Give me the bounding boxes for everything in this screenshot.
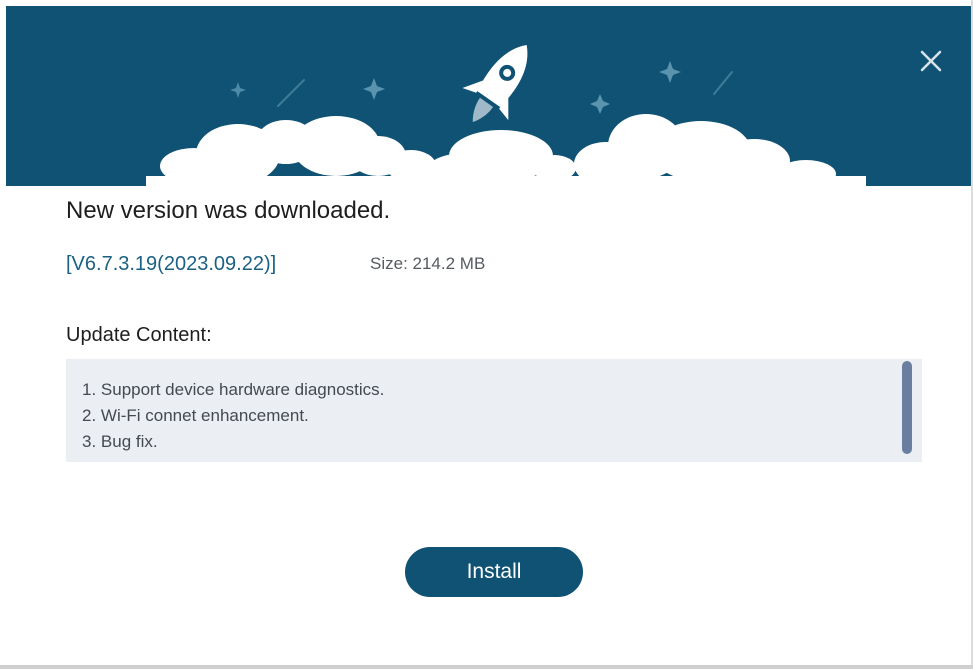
update-dialog: New version was downloaded. [V6.7.3.19(2…	[0, 0, 973, 669]
dialog-header-banner	[6, 6, 972, 186]
update-content-list: 1. Support device hardware diagnostics. …	[82, 377, 384, 455]
update-content-box[interactable]: 1. Support device hardware diagnostics. …	[66, 359, 922, 462]
version-label: [V6.7.3.19(2023.09.22)]	[66, 253, 277, 275]
scrollbar-thumb[interactable]	[902, 361, 912, 454]
dialog-title: New version was downloaded.	[66, 197, 391, 224]
list-item: 1. Support device hardware diagnostics.	[82, 380, 385, 399]
list-item: 3. Bug fix.	[82, 432, 158, 451]
list-item: 2. Wi-Fi connet enhancement.	[82, 406, 309, 425]
download-size: Size: 214.2 MB	[370, 254, 486, 273]
update-content-label: Update Content:	[66, 324, 212, 346]
close-icon	[920, 50, 942, 72]
window-edge-bottom	[0, 665, 973, 669]
install-button[interactable]: Install	[405, 547, 583, 597]
close-button[interactable]	[914, 44, 948, 78]
header-illustration	[6, 6, 972, 186]
